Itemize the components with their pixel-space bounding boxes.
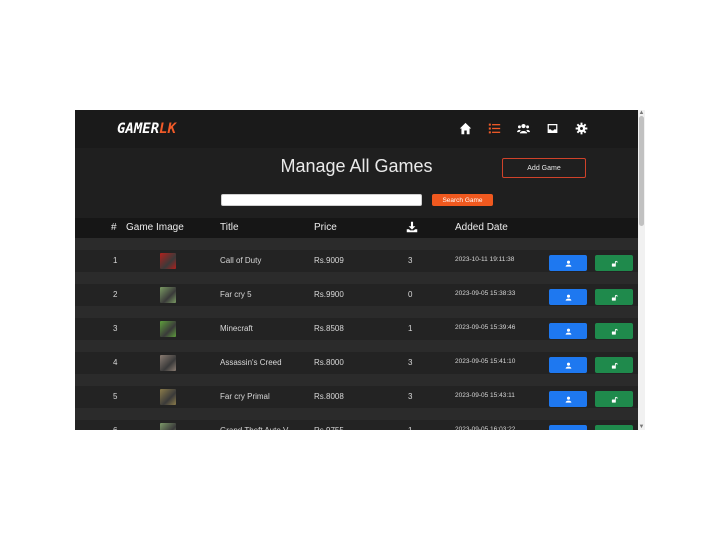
row-number: 3 [113, 324, 118, 333]
game-thumbnail [160, 423, 176, 430]
user-icon [565, 328, 572, 335]
game-thumbnail [160, 389, 176, 405]
scrollbar[interactable]: ▲ ▼ [638, 110, 645, 430]
scroll-down-arrow[interactable]: ▼ [638, 424, 645, 430]
users-icon[interactable] [515, 120, 531, 136]
unlock-icon [611, 294, 618, 301]
table-row: 4 Assassin's Creed Rs.8000 3 2023-09-05 15:4… [75, 352, 638, 374]
logo-text: GAMER [117, 121, 160, 137]
added-date: 2023-10-11 19:11:38 [455, 256, 515, 263]
inbox-icon[interactable] [544, 120, 560, 136]
unlock-game-button[interactable] [595, 289, 633, 305]
search-game-button[interactable]: Search Game [432, 194, 493, 206]
table-header: # Game Image Title Price Added Date [75, 218, 638, 238]
download-count: 3 [408, 358, 413, 367]
unlock-game-button[interactable] [595, 323, 633, 339]
game-thumbnail [160, 287, 176, 303]
download-count: 3 [408, 256, 413, 265]
table-row: 1 Call of Duty Rs.9009 3 2023-10-11 19:11:38 [75, 250, 638, 272]
unlock-game-button[interactable] [595, 357, 633, 373]
user-icon [565, 260, 572, 267]
navbar: GAMERLK [75, 110, 638, 148]
row-divider [75, 374, 638, 386]
unlock-icon [611, 396, 618, 403]
game-price: Rs.9009 [314, 256, 344, 265]
row-number: 1 [113, 256, 118, 265]
game-price: Rs.9755 [314, 426, 344, 430]
column-header-added-date: Added Date [455, 222, 508, 233]
game-title: Minecraft [220, 324, 253, 333]
added-date: 2023-09-05 16:03:22 [455, 426, 516, 430]
row-number: 5 [113, 392, 118, 401]
game-title: Call of Duty [220, 256, 262, 265]
added-date: 2023-09-05 15:43:11 [455, 392, 515, 399]
download-count: 1 [408, 324, 413, 333]
user-icon [565, 362, 572, 369]
logo-accent-text: LK [159, 121, 177, 137]
home-icon[interactable] [457, 120, 473, 136]
game-thumbnail [160, 321, 176, 337]
unlock-icon [611, 260, 618, 267]
user-icon [565, 396, 572, 403]
download-count: 3 [408, 392, 413, 401]
game-title: Far cry Primal [220, 392, 270, 401]
column-header-image: Game Image [126, 222, 184, 233]
user-icon [565, 294, 572, 301]
game-thumbnail [160, 253, 176, 269]
unlock-game-button[interactable] [595, 425, 633, 430]
download-count: 0 [408, 290, 413, 299]
gear-icon[interactable] [573, 120, 589, 136]
unlock-icon [611, 328, 618, 335]
table-row: 5 Far cry Primal Rs.8008 3 2023-09-05 15:43:… [75, 386, 638, 408]
row-divider [75, 408, 638, 420]
column-header-price: Price [314, 222, 337, 233]
view-game-button[interactable] [549, 425, 587, 430]
game-price: Rs.8508 [314, 324, 344, 333]
app-window: GAMERLK Manage All Games Add Game Search… [75, 110, 638, 430]
logo[interactable]: GAMERLK [117, 121, 176, 137]
game-price: Rs.8008 [314, 392, 344, 401]
game-title: Grand Theft Auto V [220, 426, 288, 430]
unlock-icon [611, 430, 618, 431]
unlock-icon [611, 362, 618, 369]
scroll-thumb[interactable] [639, 116, 644, 226]
view-game-button[interactable] [549, 289, 587, 305]
view-game-button[interactable] [549, 323, 587, 339]
added-date: 2023-09-05 15:38:33 [455, 290, 516, 297]
row-divider [75, 340, 638, 352]
added-date: 2023-09-05 15:39:46 [455, 324, 516, 331]
added-date: 2023-09-05 15:41:10 [455, 358, 516, 365]
row-divider [75, 306, 638, 318]
row-divider [75, 272, 638, 284]
game-thumbnail [160, 355, 176, 371]
game-title: Far cry 5 [220, 290, 252, 299]
user-icon [565, 430, 572, 431]
unlock-game-button[interactable] [595, 255, 633, 271]
unlock-game-button[interactable] [595, 391, 633, 407]
download-count: 1 [408, 426, 412, 430]
row-number: 6 [113, 426, 117, 430]
row-number: 4 [113, 358, 118, 367]
list-icon[interactable] [486, 120, 502, 136]
row-divider [75, 238, 638, 250]
view-game-button[interactable] [549, 391, 587, 407]
table-row: 3 Minecraft Rs.8508 1 2023-09-05 15:39:46 [75, 318, 638, 340]
column-header-title: Title [220, 222, 239, 233]
download-icon [406, 221, 418, 236]
table-row: 2 Far cry 5 Rs.9900 0 2023-09-05 15:38:33 [75, 284, 638, 306]
view-game-button[interactable] [549, 255, 587, 271]
row-number: 2 [113, 290, 118, 299]
game-title: Assassin's Creed [220, 358, 282, 367]
add-game-button[interactable]: Add Game [502, 158, 586, 178]
column-header-number: # [111, 222, 117, 233]
table-row: 6 Grand Theft Auto V Rs.9755 1 2023-09-05 16… [75, 420, 638, 430]
game-price: Rs.8000 [314, 358, 344, 367]
search-input[interactable] [221, 194, 422, 206]
game-price: Rs.9900 [314, 290, 344, 299]
view-game-button[interactable] [549, 357, 587, 373]
